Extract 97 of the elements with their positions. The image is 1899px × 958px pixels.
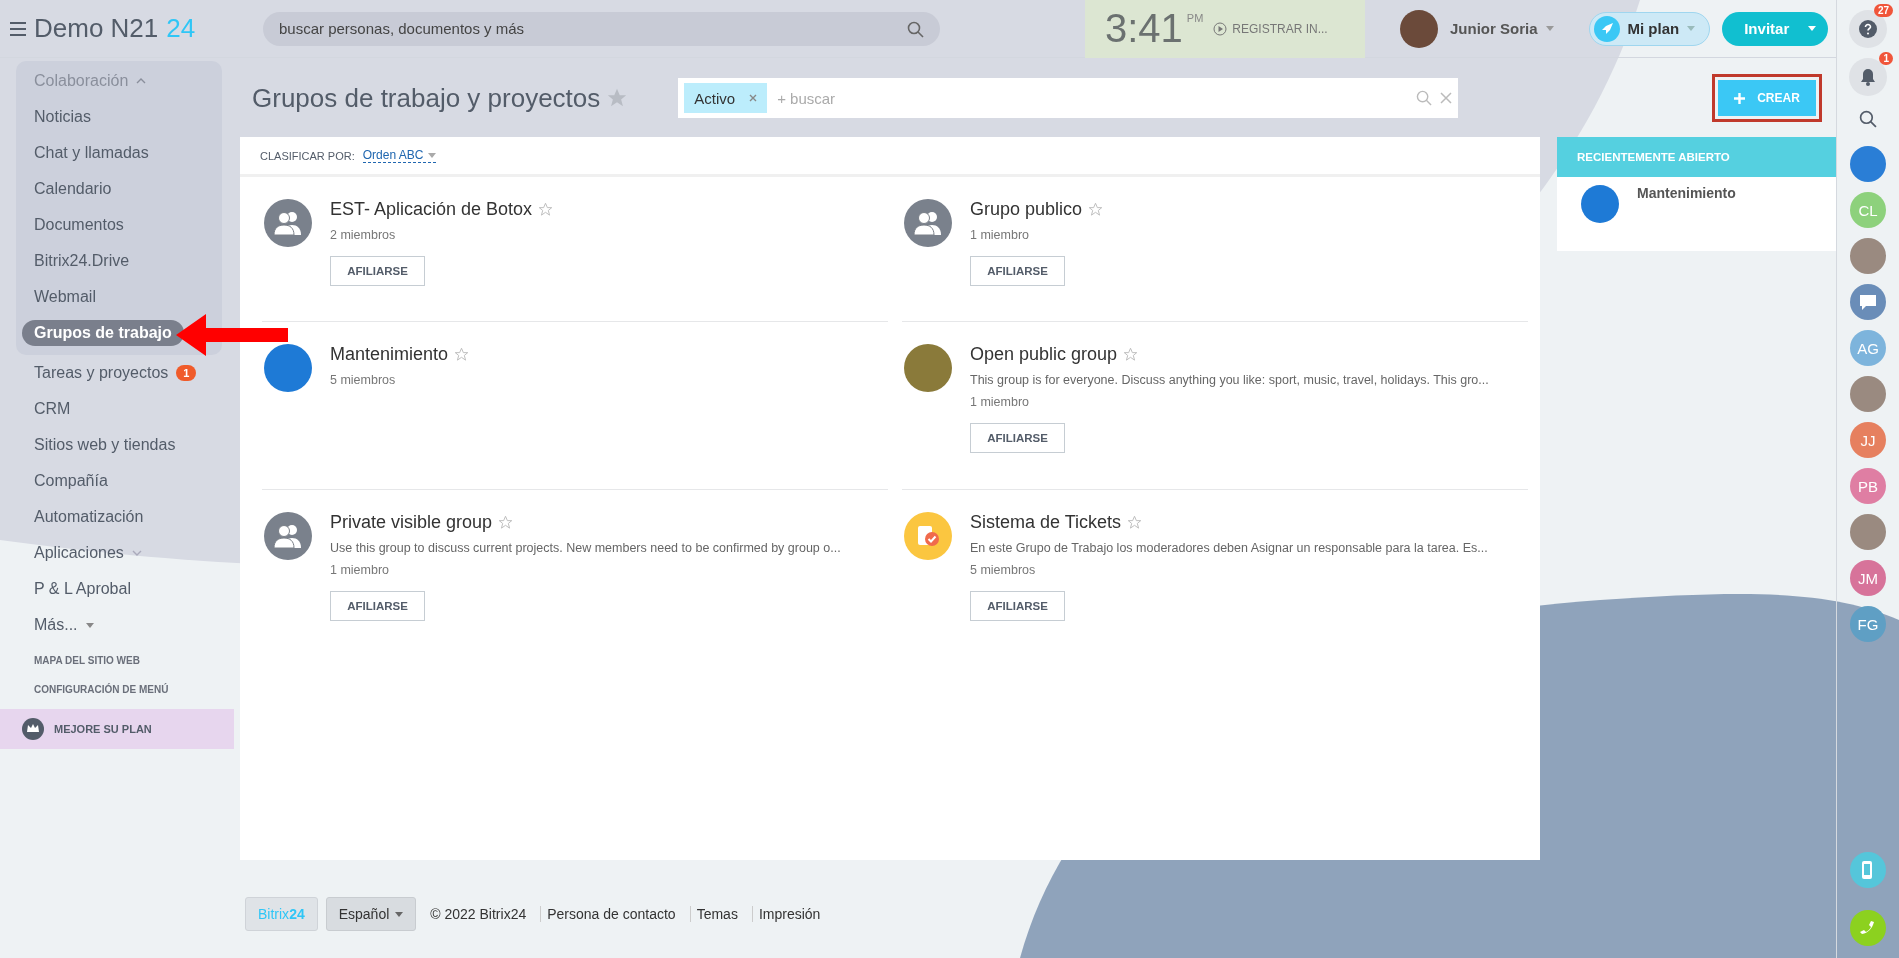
sidebar-item[interactable]: Noticias [16, 99, 91, 135]
sidebar-item[interactable]: Sitios web y tiendas [16, 427, 176, 463]
clock-period: PM [1186, 11, 1204, 24]
sidebar-item[interactable]: Grupos de trabajo [22, 320, 184, 346]
people-icon [273, 523, 303, 549]
group-title[interactable]: Grupo publico [970, 199, 1083, 220]
portal-name[interactable]: Demo N21 [34, 13, 159, 44]
sidebar-item[interactable]: Webmail [16, 279, 96, 315]
footer-link[interactable]: Persona de contacto [540, 906, 682, 922]
counter-badge: 1 [176, 365, 197, 381]
caret-icon[interactable] [428, 152, 437, 158]
search-field[interactable]: buscar personas, documentos y más [263, 11, 940, 46]
group-description: Use this group to discuss current projects. New members need to be confirmed by group o... [330, 541, 841, 555]
member-count: 5 miembros [970, 563, 1037, 577]
close-icon[interactable] [749, 94, 758, 102]
group-image-placeholder[interactable] [1850, 146, 1886, 182]
group-image-placeholder[interactable] [1581, 185, 1619, 223]
caret-icon[interactable] [1808, 26, 1817, 31]
chevron-icon[interactable] [136, 78, 147, 84]
filter-tag[interactable]: Activo [684, 83, 768, 113]
crown-icon[interactable] [22, 718, 44, 740]
join-button[interactable]: AFILIARSE [330, 256, 425, 286]
group-description: En este Grupo de Trabajo los moderadores deben Asignar un responsable para la tarea. Es... [970, 541, 1488, 555]
search-icon[interactable] [907, 20, 924, 38]
group-title[interactable]: Private visible group [330, 512, 493, 533]
member-count: 1 miembro [330, 563, 391, 577]
group-title[interactable]: Open public group [970, 344, 1118, 365]
rocket-icon[interactable] [1593, 15, 1620, 42]
sort-dropdown[interactable]: Orden ABC [362, 148, 437, 163]
sidebar-item[interactable]: Documentos [16, 207, 124, 243]
star-icon[interactable] [1127, 515, 1143, 530]
join-button[interactable]: AFILIARSE [970, 256, 1065, 286]
photo-placeholder[interactable] [1850, 514, 1886, 550]
star-icon[interactable] [1088, 202, 1104, 217]
menu-icon[interactable] [10, 21, 26, 36]
plan-button[interactable]: Mi plan [1588, 11, 1711, 46]
people-icon [273, 210, 303, 236]
sidebar-link[interactable]: MAPA DEL SITIO WEB [34, 655, 140, 666]
user-menu[interactable]: Junior Soria [1450, 20, 1554, 37]
join-button[interactable]: AFILIARSE [970, 591, 1065, 621]
sidebar-item[interactable]: Más... [16, 607, 94, 643]
star-icon[interactable] [538, 202, 554, 217]
sidebar-item[interactable]: P & L Aprobal [16, 571, 131, 607]
join-button[interactable]: AFILIARSE [970, 423, 1065, 453]
photo-placeholder[interactable] [1850, 238, 1886, 274]
play-icon[interactable] [1213, 21, 1228, 36]
help-icon[interactable] [1859, 20, 1877, 38]
star-icon[interactable] [1123, 347, 1139, 362]
sidebar-item[interactable]: Tareas y proyectos 1 [16, 355, 197, 391]
contact-avatar[interactable]: PB [1850, 468, 1886, 504]
language-dropdown[interactable]: Español [325, 897, 417, 931]
sidebar-link[interactable]: CONFIGURACIÓN DE MENÚ [34, 684, 169, 695]
caret-icon[interactable] [395, 911, 404, 917]
count-badge: 27 [1873, 4, 1893, 17]
footer-link[interactable]: Impresión [751, 906, 827, 922]
chevron-icon[interactable] [131, 550, 142, 556]
close-icon[interactable] [1440, 92, 1453, 104]
sidebar-item[interactable]: Aplicaciones [16, 535, 142, 571]
contact-avatar[interactable]: JM [1850, 560, 1886, 596]
recent-heading: RECIENTEMENTE ABIERTO [1557, 137, 1836, 177]
sidebar-item[interactable]: CRM [16, 391, 71, 427]
sidebar-item[interactable]: Compañía [16, 463, 108, 499]
count-badge: 1 [1879, 52, 1893, 65]
contact-avatar[interactable]: JJ [1850, 422, 1886, 458]
people-icon [913, 210, 943, 236]
clock-time: 3:41 [1105, 6, 1183, 51]
caret-icon[interactable] [85, 622, 94, 628]
member-count: 1 miembro [970, 228, 1031, 242]
star-icon[interactable] [498, 515, 514, 530]
bell-icon[interactable] [1860, 68, 1876, 86]
plus-icon[interactable] [1734, 92, 1746, 104]
group-title[interactable]: Mantenimiento [330, 344, 449, 365]
sidebar-item[interactable]: Calendario [16, 171, 112, 207]
sidebar-item[interactable]: Chat y llamadas [16, 135, 149, 171]
group-description: This group is for everyone. Discuss anything you like: sport, music, travel, holidays. This gro... [970, 373, 1489, 387]
group-chat-icon[interactable] [1850, 284, 1886, 320]
member-count: 2 miembros [330, 228, 397, 242]
member-count: 5 miembros [330, 373, 397, 387]
footer-link[interactable]: Temas [689, 906, 744, 922]
star-icon[interactable] [454, 347, 470, 362]
photo-placeholder[interactable] [1850, 376, 1886, 412]
upgrade-plan-button[interactable]: MEJORE SU PLAN [0, 709, 234, 749]
recent-item[interactable]: Mantenimiento [1637, 185, 1736, 223]
page-title: Grupos de trabajo y proyectos [252, 82, 601, 114]
search-icon[interactable] [1859, 110, 1877, 128]
copyright-text: © 2022 Bitrix24 [429, 906, 528, 922]
sidebar-item[interactable]: Bitrix24.Drive [16, 243, 130, 279]
clock-in-button[interactable]: REGISTRAR IN... [1213, 21, 1328, 36]
group-title[interactable]: EST- Aplicación de Botox [330, 199, 533, 220]
sort-label: CLASIFICAR POR: [260, 149, 355, 162]
join-button[interactable]: AFILIARSE [330, 591, 425, 621]
member-count: 1 miembro [970, 395, 1031, 409]
sidebar-item[interactable]: Automatización [16, 499, 144, 535]
group-title[interactable]: Sistema de Tickets [970, 512, 1122, 533]
caret-icon[interactable] [1545, 26, 1554, 31]
star-icon[interactable] [606, 87, 629, 109]
filter-field[interactable]: Activo + buscar [678, 78, 1459, 118]
